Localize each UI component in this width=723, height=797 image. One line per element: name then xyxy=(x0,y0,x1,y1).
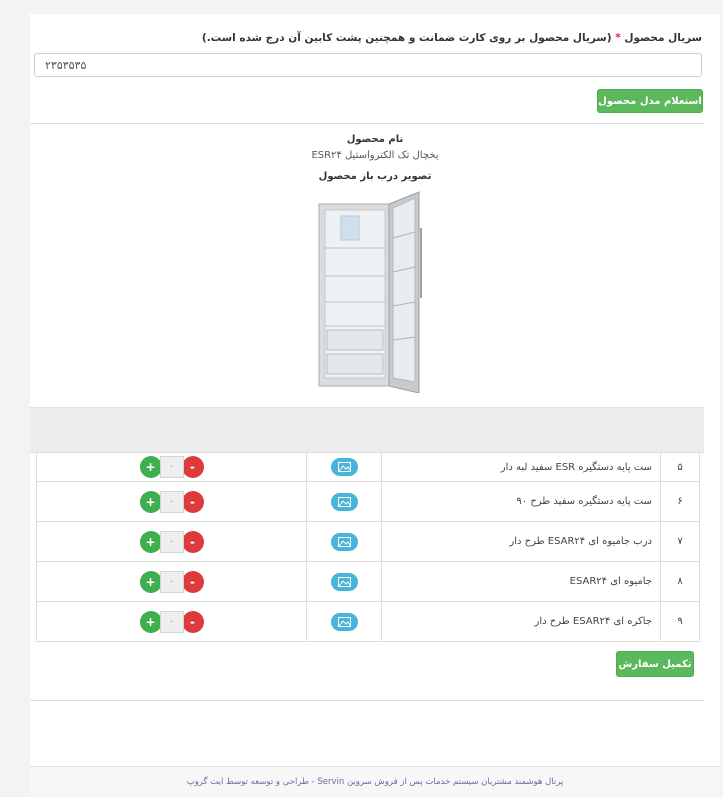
product-name: یخچال تک الکترواستیل ESR۲۴ xyxy=(311,150,439,161)
row-number: ۹ xyxy=(660,601,700,642)
product-name-label: نام محصول xyxy=(346,134,404,145)
table-row: ۶ ست پایه دستگیره سفید طرح ۹۰ +۰- xyxy=(36,481,700,522)
minus-icon[interactable]: - xyxy=(181,570,204,593)
table-row: ۷ درب جامیوه ای ESAR۲۴ طرح دار +۰- xyxy=(36,521,700,562)
minus-icon[interactable]: - xyxy=(181,456,204,478)
parts-table: ۵ ست پایه دستگیره ESR سفید لبه دار +۰- ۶… xyxy=(36,452,700,642)
part-name: ست پایه دستگیره سفید طرح ۹۰ xyxy=(381,481,661,522)
divider xyxy=(30,700,704,701)
serial-label-text: سریال محصول xyxy=(624,32,702,44)
serial-hint: (سریال محصول بر روی کارت ضمانت و همچنین … xyxy=(201,32,612,44)
order-page: سریال محصول * (سریال محصول بر روی کارت ض… xyxy=(30,14,720,797)
plus-icon[interactable]: + xyxy=(139,490,162,513)
product-image-label: تصویر درب باز محصول xyxy=(318,171,432,182)
quantity-value: ۰ xyxy=(159,570,184,593)
serial-field-label: سریال محصول * (سریال محصول بر روی کارت ض… xyxy=(202,32,702,44)
complete-order-button[interactable]: تکمیل سفارش xyxy=(616,651,694,677)
part-name: درب جامیوه ای ESAR۲۴ طرح دار xyxy=(381,521,661,562)
minus-icon[interactable]: - xyxy=(181,530,204,553)
image-icon[interactable] xyxy=(330,492,358,511)
table-header-band xyxy=(30,407,704,453)
quantity-value: ۰ xyxy=(159,610,184,633)
footer: پرتال هوشمند مشتریان سیستم خدمات پس از ف… xyxy=(30,766,720,797)
minus-icon[interactable]: - xyxy=(181,490,204,513)
required-mark: * xyxy=(615,32,621,44)
product-image xyxy=(315,188,435,394)
row-number: ۸ xyxy=(660,561,700,602)
plus-icon[interactable]: + xyxy=(139,610,162,633)
image-icon[interactable] xyxy=(330,612,358,631)
row-number: ۵ xyxy=(660,452,700,482)
quantity-value: ۰ xyxy=(159,456,184,478)
image-icon[interactable] xyxy=(330,458,358,476)
product-info: نام محصول یخچال تک الکترواستیل ESR۲۴ تصو… xyxy=(30,134,720,394)
row-number: ۷ xyxy=(660,521,700,562)
part-name: ست پایه دستگیره ESR سفید لبه دار xyxy=(381,452,661,482)
quantity-value: ۰ xyxy=(159,530,184,553)
table-row: ۹ جاکره ای ESAR۲۴ طرح دار +۰- xyxy=(36,601,700,642)
part-name: جامیوه ای ESAR۲۴ xyxy=(381,561,661,602)
plus-icon[interactable]: + xyxy=(139,456,162,478)
table-row: ۵ ست پایه دستگیره ESR سفید لبه دار +۰- xyxy=(36,452,700,482)
inquiry-model-button[interactable]: استعلام مدل محصول xyxy=(597,89,703,113)
image-icon[interactable] xyxy=(330,572,358,591)
image-icon[interactable] xyxy=(330,532,358,551)
quantity-value: ۰ xyxy=(159,490,184,513)
divider xyxy=(30,123,704,124)
table-row: ۸ جامیوه ای ESAR۲۴ +۰- xyxy=(36,561,700,602)
serial-input[interactable] xyxy=(34,53,702,77)
plus-icon[interactable]: + xyxy=(139,570,162,593)
part-name: جاکره ای ESAR۲۴ طرح دار xyxy=(381,601,661,642)
minus-icon[interactable]: - xyxy=(181,610,204,633)
plus-icon[interactable]: + xyxy=(139,530,162,553)
row-number: ۶ xyxy=(660,481,700,522)
